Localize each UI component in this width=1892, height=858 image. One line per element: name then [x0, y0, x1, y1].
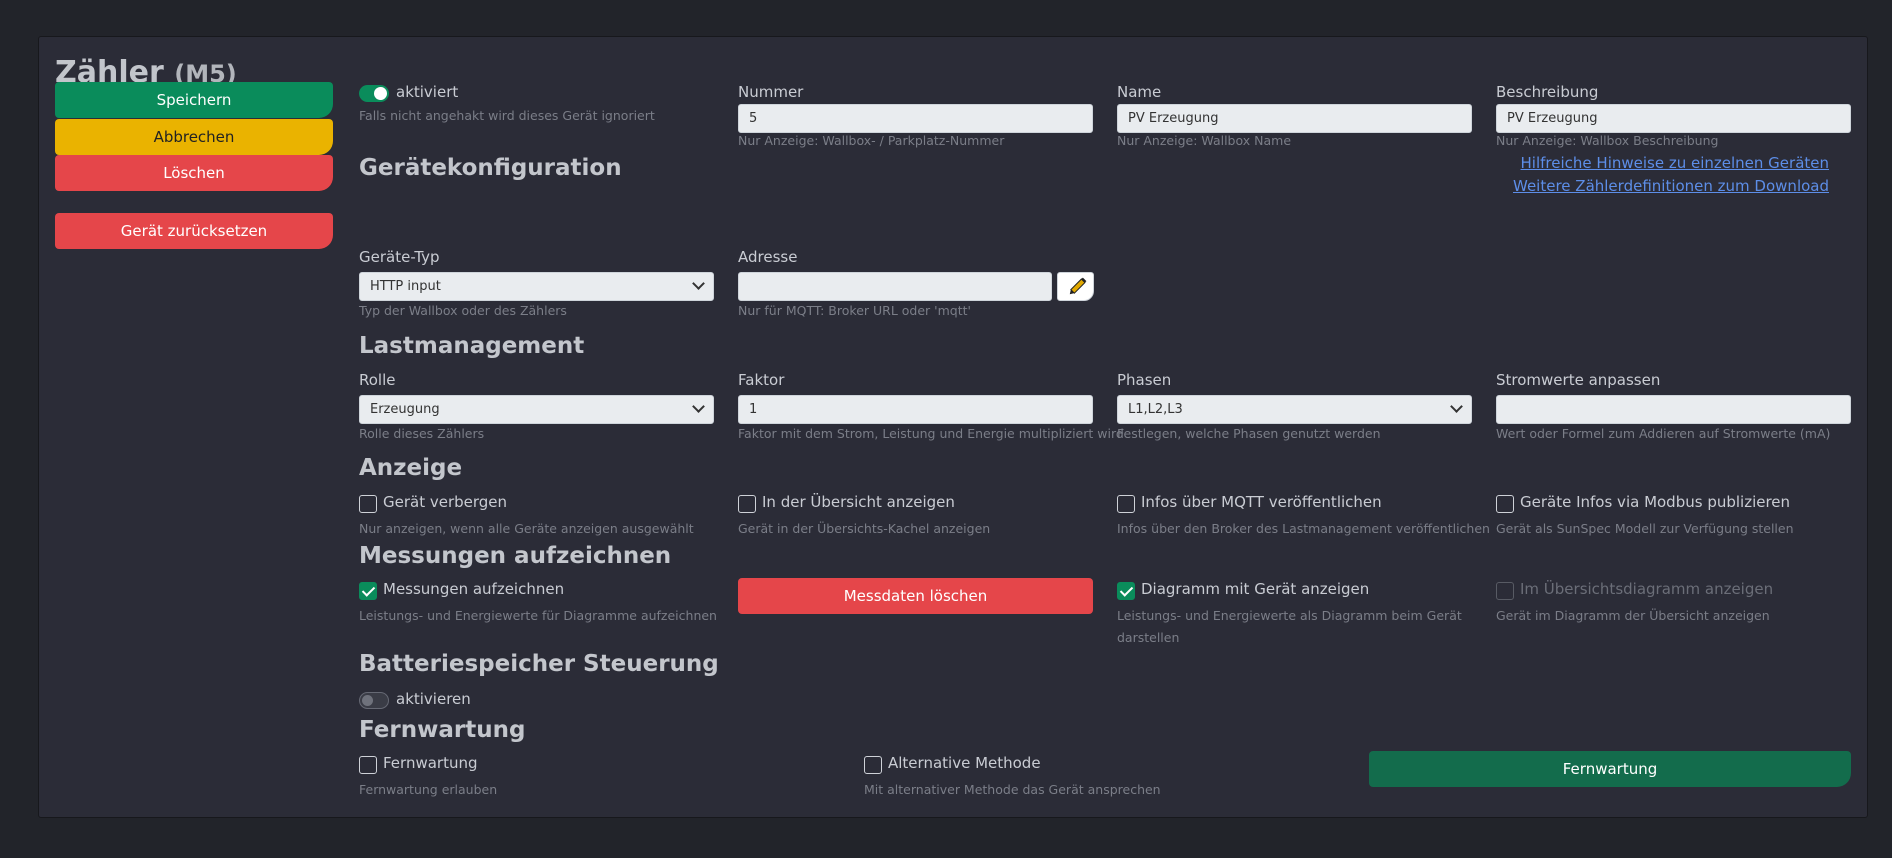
load-heading: Lastmanagement	[359, 333, 585, 359]
battery-activate-toggle[interactable]	[359, 692, 389, 709]
phases-value: L1,L2,L3	[1128, 402, 1183, 417]
record-measurements-label: Messungen aufzeichnen	[383, 580, 565, 598]
mqtt-publish-label: Infos über MQTT veröffentlichen	[1141, 493, 1382, 511]
hide-device-checkbox[interactable]	[359, 495, 377, 513]
remote-heading: Fernwartung	[359, 717, 526, 743]
battery-heading: Batteriespeicher Steuerung	[359, 651, 719, 677]
description-help: Nur Anzeige: Wallbox Beschreibung	[1496, 133, 1719, 148]
address-input[interactable]	[738, 272, 1052, 301]
show-overview-checkbox[interactable]	[738, 495, 756, 513]
show-diagram-help-2: darstellen	[1117, 630, 1180, 645]
phases-help: Festlegen, welche Phasen genutzt werden	[1117, 426, 1381, 441]
current-adjust-help: Wert oder Formel zum Addieren auf Stromw…	[1496, 426, 1831, 441]
show-diagram-help-1: Leistungs- und Energiewerte als Diagramm…	[1117, 608, 1462, 623]
role-help: Rolle dieses Zählers	[359, 426, 485, 441]
address-label: Adresse	[738, 248, 798, 266]
modbus-publish-help: Gerät als SunSpec Modell zur Verfügung s…	[1496, 521, 1794, 536]
alternative-method-checkbox[interactable]	[864, 756, 882, 774]
modbus-publish-checkbox[interactable]	[1496, 495, 1514, 513]
number-input[interactable]: 5	[738, 104, 1093, 133]
enabled-toggle[interactable]	[359, 85, 389, 102]
overview-diagram-checkbox[interactable]	[1496, 582, 1514, 600]
hide-device-label: Gerät verbergen	[383, 493, 508, 511]
device-card: Zähler (M5) Speichern Abbrechen Löschen …	[38, 36, 1868, 818]
current-adjust-label: Stromwerte anpassen	[1496, 371, 1661, 389]
description-label: Beschreibung	[1496, 83, 1599, 101]
delete-button[interactable]: Löschen	[55, 155, 333, 191]
reset-device-button[interactable]: Gerät zurücksetzen	[55, 213, 333, 249]
cancel-button[interactable]: Abbrechen	[55, 119, 333, 155]
role-value: Erzeugung	[370, 402, 440, 417]
enabled-help: Falls nicht angehakt wird dieses Gerät i…	[359, 108, 655, 123]
record-measurements-help: Leistungs- und Energiewerte für Diagramm…	[359, 608, 717, 623]
factor-label: Faktor	[738, 371, 785, 389]
mqtt-publish-help: Infos über den Broker des Lastmanagement…	[1117, 521, 1490, 536]
chevron-down-icon	[692, 400, 705, 413]
role-select[interactable]: Erzeugung	[359, 395, 714, 424]
device-type-label: Geräte-Typ	[359, 248, 440, 266]
remote-maintenance-label: Fernwartung	[383, 754, 478, 772]
factor-input[interactable]: 1	[738, 395, 1093, 424]
alternative-method-help: Mit alternativer Methode das Gerät anspr…	[864, 782, 1161, 797]
number-label: Nummer	[738, 83, 804, 101]
show-overview-label: In der Übersicht anzeigen	[762, 493, 955, 511]
alternative-method-label: Alternative Methode	[888, 754, 1041, 772]
battery-activate-label: aktivieren	[396, 690, 471, 708]
record-measurements-checkbox[interactable]	[359, 582, 377, 600]
device-hints-link[interactable]: Hilfreiche Hinweise zu einzelnen Geräten	[1521, 154, 1829, 172]
overview-diagram-label: Im Übersichtsdiagramm anzeigen	[1520, 580, 1774, 598]
delete-measurements-button[interactable]: Messdaten löschen	[738, 578, 1093, 614]
phases-label: Phasen	[1117, 371, 1172, 389]
remote-maintenance-checkbox[interactable]	[359, 756, 377, 774]
chevron-down-icon	[692, 277, 705, 290]
description-input[interactable]: PV Erzeugung	[1496, 104, 1851, 133]
phases-select[interactable]: L1,L2,L3	[1117, 395, 1472, 424]
role-label: Rolle	[359, 371, 396, 389]
pencil-icon	[1069, 277, 1087, 295]
device-type-value: HTTP input	[370, 279, 441, 294]
mqtt-publish-checkbox[interactable]	[1117, 495, 1135, 513]
record-heading: Messungen aufzeichnen	[359, 543, 672, 569]
show-diagram-checkbox[interactable]	[1117, 582, 1135, 600]
address-help: Nur für MQTT: Broker URL oder 'mqtt'	[738, 303, 971, 318]
current-adjust-input[interactable]	[1496, 395, 1851, 424]
modbus-publish-label: Geräte Infos via Modbus publizieren	[1520, 493, 1791, 511]
name-label: Name	[1117, 83, 1162, 101]
remote-maintenance-help: Fernwartung erlauben	[359, 782, 498, 797]
name-input[interactable]: PV Erzeugung	[1117, 104, 1472, 133]
device-type-help: Typ der Wallbox oder des Zählers	[359, 303, 567, 318]
number-help: Nur Anzeige: Wallbox- / Parkplatz-Nummer	[738, 133, 1005, 148]
factor-help: Faktor mit dem Strom, Leistung und Energ…	[738, 426, 1124, 441]
overview-diagram-help: Gerät im Diagramm der Übersicht anzeigen	[1496, 608, 1770, 623]
name-help: Nur Anzeige: Wallbox Name	[1117, 133, 1292, 148]
show-diagram-label: Diagramm mit Gerät anzeigen	[1141, 580, 1370, 598]
device-type-select[interactable]: HTTP input	[359, 272, 714, 301]
remote-maintenance-button[interactable]: Fernwartung	[1369, 751, 1851, 787]
hide-device-help: Nur anzeigen, wenn alle Geräte anzeigen …	[359, 521, 694, 536]
config-heading: Gerätekonfiguration	[359, 155, 622, 181]
display-heading: Anzeige	[359, 455, 463, 481]
enabled-label: aktiviert	[396, 83, 459, 101]
chevron-down-icon	[1450, 400, 1463, 413]
meter-definitions-link[interactable]: Weitere Zählerdefinitionen zum Download	[1513, 177, 1829, 195]
save-button[interactable]: Speichern	[55, 82, 333, 118]
edit-address-button[interactable]	[1057, 272, 1094, 301]
show-overview-help: Gerät in der Übersichts-Kachel anzeigen	[738, 521, 991, 536]
